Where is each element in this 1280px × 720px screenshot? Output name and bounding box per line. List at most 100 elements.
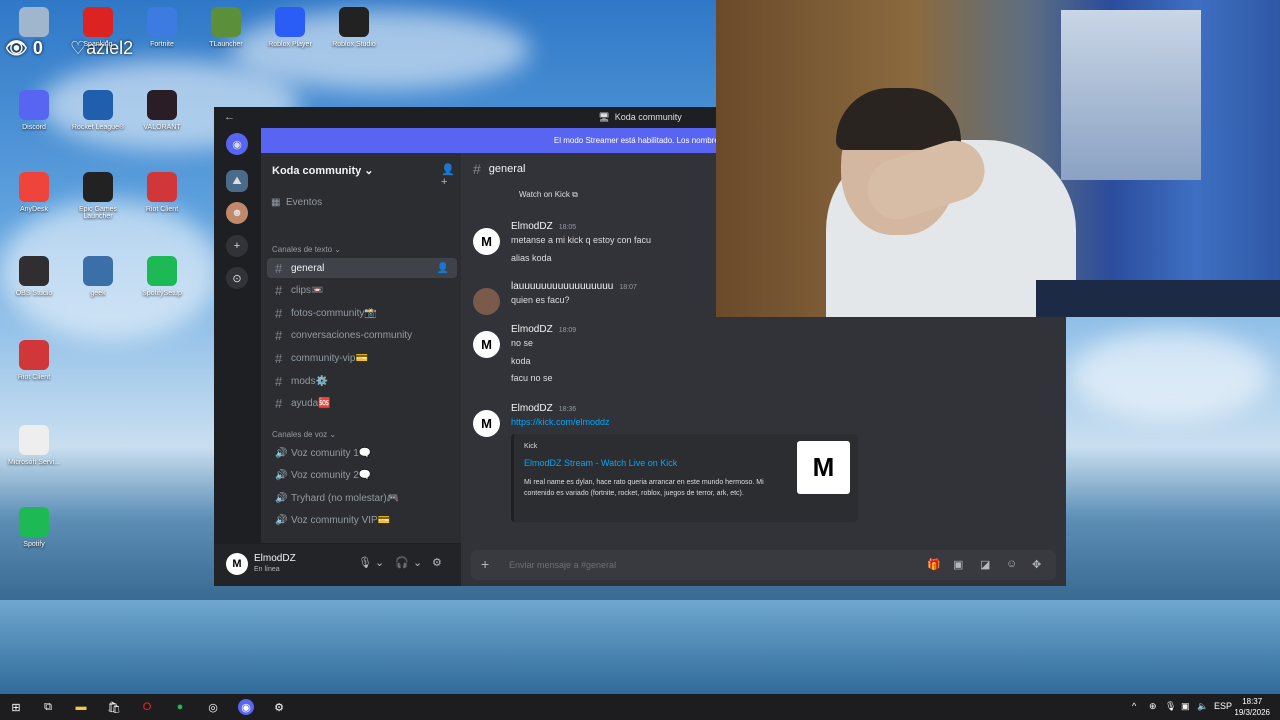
store-icon[interactable]: 🛍 <box>106 699 122 715</box>
desktop-icon-label: Roblox Player <box>268 41 312 48</box>
language-indicator[interactable]: ESP <box>1214 701 1232 711</box>
desktop-icon[interactable]: VALORANT <box>130 90 194 131</box>
spotify-icon[interactable]: ● <box>172 699 188 715</box>
text-channel-item[interactable]: # ayuda🆘 <box>267 394 457 414</box>
network-icon[interactable]: ▣ <box>1181 701 1190 712</box>
message-avatar[interactable]: M <box>473 228 500 255</box>
channel-name: mods⚙️ <box>291 375 328 387</box>
text-channel-item[interactable]: # fotos-community📸 <box>267 303 457 323</box>
chevron-down-icon[interactable]: ⌄ <box>375 556 384 569</box>
server-avatar-icon[interactable]: ☻ <box>226 202 248 224</box>
voice-channel-item[interactable]: 🔊 Voz comunity 2🗨️ <box>267 466 457 486</box>
viewer-count-value: 0 <box>32 38 43 58</box>
gift-icon[interactable]: 🎁 <box>927 558 941 571</box>
desktop-icon[interactable]: Roblox Player <box>258 7 322 48</box>
create-invite-icon[interactable]: 👤 <box>437 263 449 274</box>
desktop-icon[interactable]: Microsoft Servi... <box>2 425 66 466</box>
chevron-down-icon: ⌄ <box>364 165 374 177</box>
gif-icon[interactable]: ▣ <box>953 558 963 571</box>
hash-icon: # <box>275 260 283 276</box>
desktop-icon[interactable]: Fortnite <box>130 7 194 48</box>
desktop-icon-label: Rocket League® <box>71 124 125 131</box>
desktop-icon[interactable]: TLauncher <box>194 7 258 48</box>
text-category-label: Canales de texto <box>272 245 333 254</box>
text-channels-category[interactable]: Canales de texto ⌄ <box>272 245 341 254</box>
volume-icon[interactable]: 🔈 <box>1197 701 1208 712</box>
opera-icon[interactable]: O <box>139 699 155 715</box>
settings-gear-icon[interactable]: ⚙ <box>271 699 287 715</box>
windows-start-icon[interactable]: ⊞ <box>8 699 24 715</box>
voice-channel-item[interactable]: 🔊 Tryhard (no molestar)🎮 <box>267 488 457 508</box>
desktop-icon[interactable]: SpotifySetup <box>130 256 194 297</box>
back-arrow-icon[interactable]: ← <box>224 111 235 123</box>
server-icon-small: 🖥 <box>598 111 610 122</box>
message-author[interactable]: ElmodDZ <box>511 403 553 414</box>
desktop-icon[interactable] <box>2 7 66 41</box>
message-link[interactable]: https://kick.com/elmoddz <box>511 417 610 427</box>
events-item[interactable]: ▦ Eventos <box>271 197 322 208</box>
message-author[interactable]: lauuuuuuuuuuuuuuuuu <box>511 281 613 292</box>
voice-channel-item[interactable]: 🔊 Voz community VIP💳 <box>267 511 457 531</box>
voice-channel-item[interactable]: 🔊 Voz comunity 1🗨️ <box>267 443 457 463</box>
discover-icon[interactable]: ⊙ <box>226 267 248 289</box>
clock[interactable]: 18:37 19/3/2026 <box>1234 696 1270 718</box>
obs-icon[interactable]: ◎ <box>205 699 221 715</box>
emoji-icon[interactable]: ☺ <box>1006 558 1017 570</box>
desktop-icon[interactable]: Spanking <box>66 7 130 48</box>
hash-icon: # <box>473 161 481 177</box>
text-channel-item[interactable]: # mods⚙️ <box>267 371 457 391</box>
message-timestamp: 18:07 <box>619 284 637 291</box>
settings-gear-icon[interactable]: ⚙ <box>432 556 442 569</box>
sticker-icon[interactable]: ◪ <box>980 558 990 571</box>
desktop-icon[interactable]: Discord <box>2 90 66 131</box>
message-avatar[interactable]: M <box>473 331 500 358</box>
text-channel-item[interactable]: # community-vip💳 <box>267 348 457 368</box>
server-name[interactable]: Koda community ⌄ <box>272 164 374 177</box>
desktop-icon[interactable]: OBS Studio <box>2 256 66 297</box>
chevron-down-icon[interactable]: ⌄ <box>413 556 422 569</box>
message-author-row: ElmodDZ 18:36 <box>511 403 576 414</box>
message-author[interactable]: ElmodDZ <box>511 324 553 335</box>
discord-home-icon[interactable]: ◉ <box>226 133 248 155</box>
add-server-icon[interactable]: + <box>226 235 248 257</box>
message-input[interactable] <box>509 556 889 574</box>
riot-client-icon <box>147 172 177 202</box>
embed-title[interactable]: ElmodDZ Stream - Watch Live on Kick <box>524 458 677 468</box>
channel-name: fotos-community📸 <box>291 307 377 319</box>
text-channel-item[interactable]: # clips📼 <box>267 281 457 301</box>
channel-name: Voz comunity 1🗨️ <box>291 447 372 459</box>
microphone-icon[interactable]: 🎙 <box>1165 701 1176 712</box>
message-author[interactable]: ElmodDZ <box>511 221 553 232</box>
cloud <box>1070 330 1270 420</box>
message-author-row: ElmodDZ 18:09 <box>511 324 576 335</box>
invite-people-icon[interactable]: 👤+ <box>441 163 461 188</box>
chevron-up-icon[interactable]: ^ <box>1132 701 1136 711</box>
kick-logo-icon[interactable]: M <box>797 441 850 494</box>
server-koda-icon[interactable]: ⛰ <box>226 170 248 192</box>
headphones-icon[interactable]: 🎧 <box>395 556 409 569</box>
text-channel-item[interactable]: # general 👤 <box>267 258 457 278</box>
desktop-icon[interactable]: Roblox Studio <box>322 7 386 48</box>
desktop-icon[interactable]: AnyDesk <box>2 172 66 213</box>
desktop-icon[interactable]: Spotify <box>2 507 66 548</box>
text-channel-item[interactable]: # conversaciones-community <box>267 326 457 346</box>
user-avatar[interactable]: M <box>226 553 248 575</box>
add-attachment-icon[interactable]: + <box>481 556 489 572</box>
task-view-icon[interactable]: ⧉ <box>40 699 56 715</box>
spotify-setup-icon <box>147 256 177 286</box>
desktop-icon[interactable]: Riot Client <box>2 340 66 381</box>
desktop-icon[interactable]: geek <box>66 256 130 297</box>
voice-channels-category[interactable]: Canales de voz ⌄ <box>272 430 336 439</box>
desktop-icon[interactable]: Rocket League® <box>66 90 130 131</box>
microphone-icon[interactable]: 🎙 <box>358 556 372 569</box>
file-explorer-icon[interactable]: ▬ <box>73 699 89 715</box>
desktop-icon[interactable]: Epic Games Launcher <box>66 172 130 220</box>
apps-icon[interactable]: ✥ <box>1032 558 1041 571</box>
tray-app-icon[interactable]: ⊕ <box>1149 701 1157 712</box>
message-avatar[interactable] <box>473 288 500 315</box>
message-avatar[interactable]: M <box>473 410 500 437</box>
discord-icon[interactable]: ◉ <box>238 699 254 715</box>
desktop-icon[interactable]: Riot Client <box>130 172 194 213</box>
anydesk-icon <box>19 172 49 202</box>
watch-on-kick-link[interactable]: Watch on Kick ⧉ <box>519 190 578 200</box>
